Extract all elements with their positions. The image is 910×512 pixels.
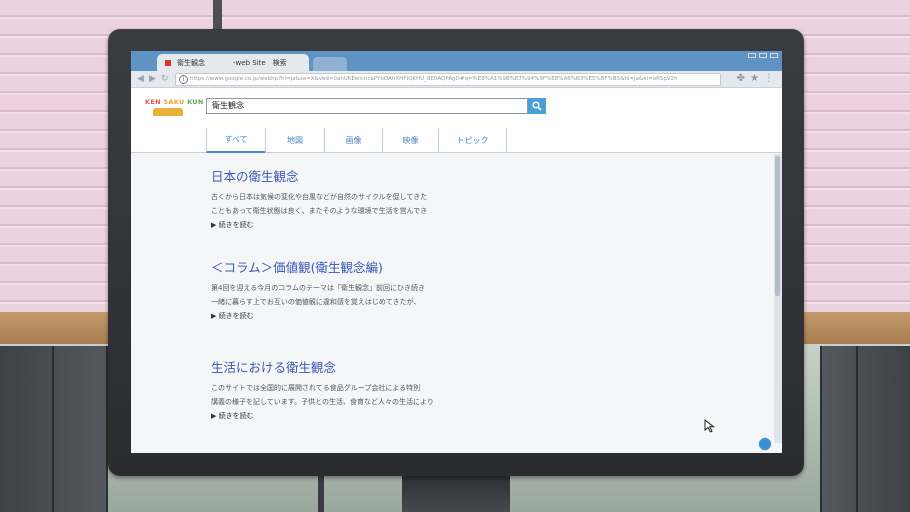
- scrollbar[interactable]: [774, 154, 782, 443]
- search-query: 衛生観念: [212, 101, 244, 110]
- forward-icon[interactable]: ▶: [149, 74, 156, 84]
- result-title[interactable]: 生活における衛生観念: [211, 357, 451, 376]
- tab-topics[interactable]: トピック: [438, 128, 507, 153]
- result-snippet-line-2: 一緒に暮らす上でお互いの価値観に違和感を覚えはじめてきたが、: [211, 298, 421, 306]
- back-icon[interactable]: ◀: [137, 74, 144, 84]
- navigation-bar: ◀ ▶ ↻ i https://www.google.co.jp/webhp?h…: [131, 71, 782, 88]
- site-header: KEN SAKU KUN 衛生観念 すべて 地図 画像 映像 トピック: [131, 88, 782, 153]
- tab-bar: 衛生観念 -web Site 検索: [131, 51, 782, 71]
- cabinet-left: [0, 346, 108, 512]
- tab-images[interactable]: 画像: [324, 128, 383, 153]
- browser-tab[interactable]: 衛生観念 -web Site 検索: [157, 54, 309, 71]
- window-controls: [748, 53, 778, 58]
- result-snippet-line-1: このサイトでは全国的に展開されてる食品グループ会社による特別: [211, 384, 421, 392]
- result-item: 生活における衛生観念 このサイトでは全国的に展開されてる食品グループ会社による特…: [211, 357, 451, 423]
- logo-text: KEN SAKU KUN: [145, 98, 204, 106]
- result-title[interactable]: ＜コラム＞価値観(衛生観念編): [211, 257, 451, 276]
- monitor-stand: [402, 474, 510, 512]
- cable: [318, 474, 324, 512]
- cabinet-right: [820, 346, 910, 512]
- result-snippet-line-1: 古くから日本は気候の変化や台風などが自然のサイクルを促してきた: [211, 193, 428, 201]
- browser-window: 衛生観念 -web Site 検索 ◀ ▶ ↻ i https://www.go…: [131, 51, 782, 453]
- result-snippet-line-2: 講義の様子を記しています。子供との生活、食育など人々の生活により: [211, 398, 434, 406]
- tab-all[interactable]: すべて: [206, 128, 266, 153]
- result-title[interactable]: 日本の衛生観念: [211, 166, 451, 185]
- search-icon: [532, 101, 542, 111]
- reload-icon[interactable]: ↻: [161, 74, 169, 84]
- search-button[interactable]: [528, 98, 546, 114]
- monitor: 衛生観念 -web Site 検索 ◀ ▶ ↻ i https://www.go…: [108, 29, 804, 476]
- cabinet-left-divider: [52, 346, 54, 512]
- toolbar-icons: ✤ ★ ⋮: [737, 73, 774, 84]
- minimize-icon[interactable]: [748, 53, 756, 58]
- corner-action-button[interactable]: [758, 437, 772, 451]
- favicon-icon: [165, 59, 171, 66]
- address-bar[interactable]: i https://www.google.co.jp/webhp?hl=ja&s…: [175, 73, 721, 86]
- category-tabs: すべて 地図 画像 映像 トピック: [206, 128, 507, 153]
- star-icon[interactable]: ★: [750, 73, 759, 84]
- read-more-link[interactable]: ▶ 続きを読む: [211, 409, 451, 423]
- tab-map[interactable]: 地図: [265, 128, 325, 153]
- menu-icon[interactable]: ⋮: [764, 73, 774, 84]
- result-item: 日本の衛生観念 古くから日本は気候の変化や台風などが自然のサイクルを促してきた …: [211, 166, 451, 232]
- read-more-link[interactable]: ▶ 続きを読む: [211, 218, 451, 232]
- new-tab-button[interactable]: [313, 57, 347, 71]
- extension-icon[interactable]: ✤: [737, 73, 745, 84]
- site-logo[interactable]: KEN SAKU KUN: [145, 98, 204, 118]
- search-results: 日本の衛生観念 古くから日本は気候の変化や台風などが自然のサイクルを促してきた …: [131, 154, 771, 453]
- cursor-icon: [704, 419, 715, 433]
- result-snippet-line-2: こともあって衛生状態は良く、またそのような環境で生活を営んでき: [211, 207, 428, 215]
- info-icon[interactable]: i: [179, 75, 188, 84]
- book-icon: [153, 108, 183, 116]
- tab-title: 衛生観念 -web Site 検索: [177, 58, 287, 67]
- close-icon[interactable]: [770, 53, 778, 58]
- result-item: ＜コラム＞価値観(衛生観念編) 第4回を迎える今月のコラムのテーマは「衛生観念」…: [211, 257, 451, 323]
- url-text: https://www.google.co.jp/webhp?hl=ja&sa=…: [190, 76, 678, 82]
- cabinet-right-divider: [856, 346, 858, 512]
- tab-videos[interactable]: 映像: [382, 128, 439, 153]
- search-input[interactable]: 衛生観念: [206, 98, 528, 114]
- scroll-thumb[interactable]: [775, 156, 780, 296]
- read-more-link[interactable]: ▶ 続きを読む: [211, 309, 451, 323]
- maximize-icon[interactable]: [759, 53, 767, 58]
- result-snippet-line-1: 第4回を迎える今月のコラムのテーマは「衛生観念」前回にひき続き: [211, 284, 426, 292]
